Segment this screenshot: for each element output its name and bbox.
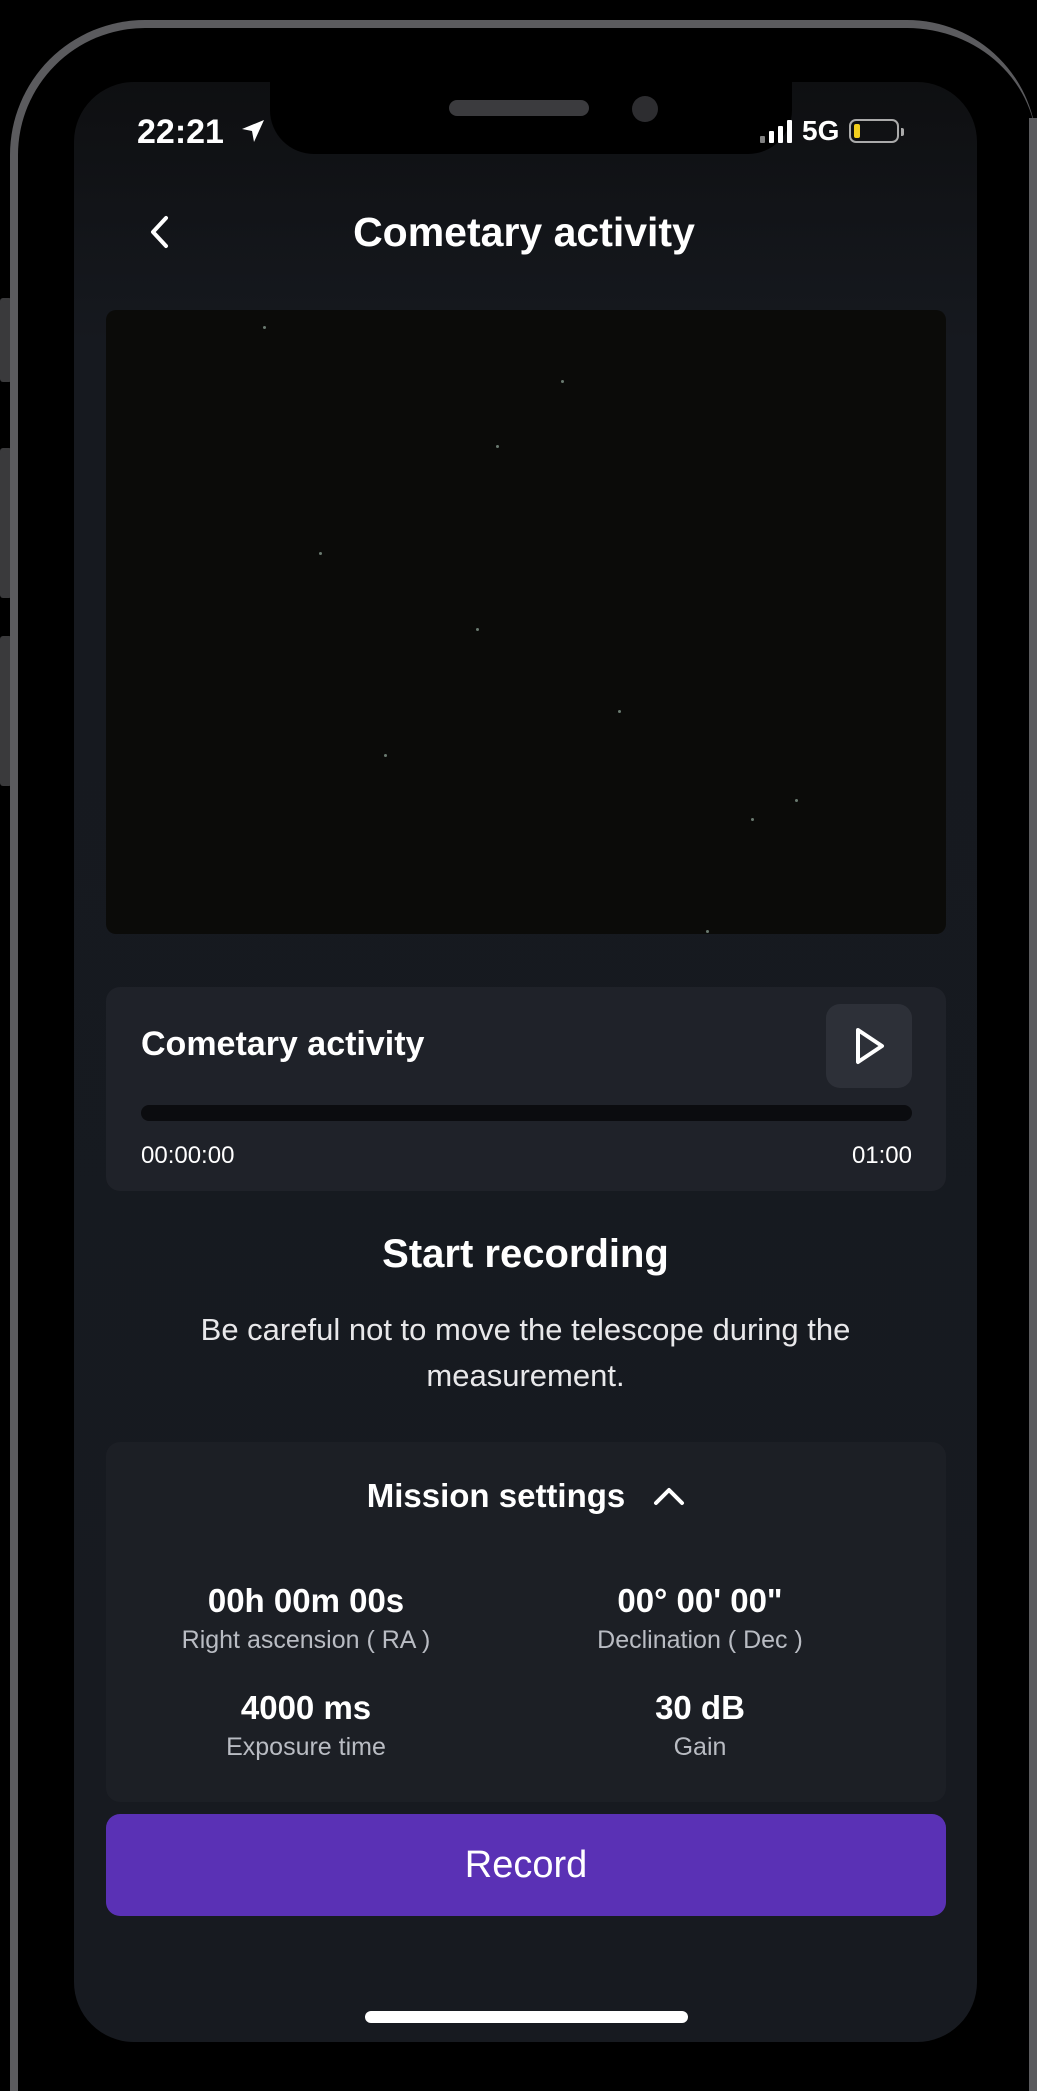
dec-value: 00° 00' 00" bbox=[617, 1582, 783, 1619]
elapsed-time: 00:00:00 bbox=[141, 1142, 235, 1169]
gain-value: 30 dB bbox=[655, 1689, 745, 1726]
status-time: 22:21 bbox=[137, 113, 224, 151]
setting-exposure-time: 4000 ms Exposure time bbox=[106, 1689, 506, 1762]
exposure-label: Exposure time bbox=[226, 1733, 386, 1761]
phone-screen: 22:21 5G Cometary activity Cometary acti… bbox=[74, 82, 977, 2042]
star-point bbox=[561, 380, 564, 383]
gain-label: Gain bbox=[673, 1733, 727, 1761]
mission-settings-title: Mission settings bbox=[366, 1477, 626, 1514]
telescope-preview bbox=[106, 310, 946, 934]
ra-label: Right ascension ( RA ) bbox=[181, 1626, 431, 1654]
mission-settings-card: Mission settings 00h 00m 00s Right ascen… bbox=[106, 1442, 946, 1802]
chevron-left-icon bbox=[151, 216, 168, 248]
network-type: 5G bbox=[802, 115, 840, 146]
setting-gain: 30 dB Gain bbox=[500, 1689, 900, 1762]
dec-label: Declination ( Dec ) bbox=[597, 1626, 803, 1654]
ra-value: 00h 00m 00s bbox=[207, 1582, 405, 1619]
back-button[interactable] bbox=[134, 202, 184, 262]
status-indicators: 5G bbox=[760, 115, 905, 147]
home-indicator[interactable] bbox=[365, 2011, 688, 2023]
battery-icon bbox=[849, 119, 905, 143]
total-duration: 01:00 bbox=[851, 1142, 912, 1169]
setting-right-ascension: 00h 00m 00s Right ascension ( RA ) bbox=[106, 1582, 506, 1655]
exposure-value: 4000 ms bbox=[240, 1689, 372, 1726]
chevron-up-icon bbox=[654, 1488, 685, 1505]
star-point bbox=[706, 930, 709, 933]
play-icon bbox=[856, 1028, 884, 1064]
signal-bars-icon bbox=[760, 119, 792, 143]
battery-level bbox=[854, 124, 861, 138]
star-point bbox=[384, 754, 387, 757]
star-point bbox=[795, 799, 798, 802]
star-point bbox=[263, 326, 266, 329]
star-point bbox=[751, 818, 754, 821]
play-button[interactable] bbox=[826, 1004, 912, 1088]
recording-progress[interactable] bbox=[141, 1105, 912, 1121]
notch bbox=[270, 82, 792, 154]
record-button[interactable]: Record bbox=[106, 1814, 946, 1916]
front-camera bbox=[632, 96, 658, 122]
recording-title: Cometary activity bbox=[141, 1025, 425, 1063]
location-arrow-icon bbox=[242, 120, 264, 142]
page-title: Cometary activity bbox=[353, 209, 695, 255]
start-recording-heading: Start recording bbox=[382, 1232, 669, 1276]
setting-declination: 00° 00' 00" Declination ( Dec ) bbox=[500, 1582, 900, 1655]
recording-card: Cometary activity 00:00:00 01:00 bbox=[106, 987, 946, 1191]
star-point bbox=[476, 628, 479, 631]
speaker bbox=[449, 100, 589, 116]
star-point bbox=[319, 552, 322, 555]
star-point bbox=[618, 710, 621, 713]
mission-settings-toggle[interactable]: Mission settings bbox=[106, 1477, 946, 1515]
star-point bbox=[496, 445, 499, 448]
start-recording-description: Be careful not to move the telescope dur… bbox=[200, 1312, 851, 1393]
